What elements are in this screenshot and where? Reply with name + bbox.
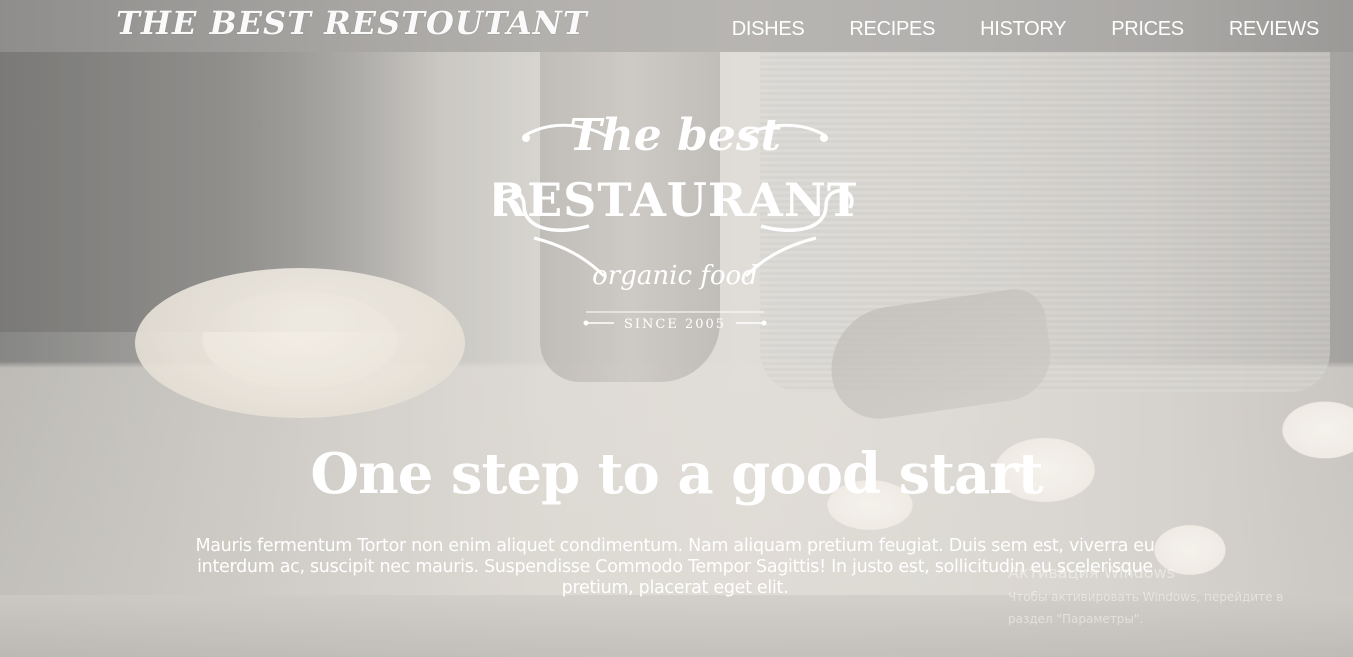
- emblem-line-organic-food: organic food: [592, 261, 758, 291]
- nav-link-recipes[interactable]: RECIPES: [849, 18, 935, 41]
- restaurant-emblem: The best RESTAURANT organic food SINCE 2…: [494, 110, 856, 332]
- nav-link-history[interactable]: HISTORY: [980, 18, 1066, 41]
- main-nav: DISHES RECIPES HISTORY PRICES REVIEWS: [732, 18, 1320, 41]
- nav-link-prices[interactable]: PRICES: [1111, 18, 1184, 41]
- flourish-dot-right: [820, 134, 828, 142]
- watermark-text: Чтобы активировать Windows, перейдите в …: [1008, 590, 1284, 626]
- nav-link-reviews[interactable]: REVIEWS: [1229, 18, 1319, 41]
- emblem-line-since: SINCE 2005: [624, 317, 726, 332]
- navbar: THE BEST RESTOUTANT DISHES RECIPES HISTO…: [0, 0, 1353, 52]
- flourish-dot-left: [522, 134, 530, 142]
- watermark-title: Активация Windows: [1008, 563, 1175, 582]
- emblem-line-restaurant: RESTAURANT: [494, 173, 856, 227]
- brand-logo-text[interactable]: THE BEST RESTOUTANT: [116, 4, 588, 42]
- windows-activation-watermark: Активация Windows Чтобы активировать Win…: [1008, 563, 1328, 630]
- nav-link-dishes[interactable]: DISHES: [732, 18, 805, 41]
- since-dot-right: [761, 320, 767, 326]
- since-dot-left: [583, 320, 589, 326]
- hero-section: THE BEST RESTOUTANT DISHES RECIPES HISTO…: [0, 0, 1353, 657]
- hero-headline: One step to a good start: [310, 440, 1043, 507]
- emblem-line-the-best: The best: [569, 110, 781, 161]
